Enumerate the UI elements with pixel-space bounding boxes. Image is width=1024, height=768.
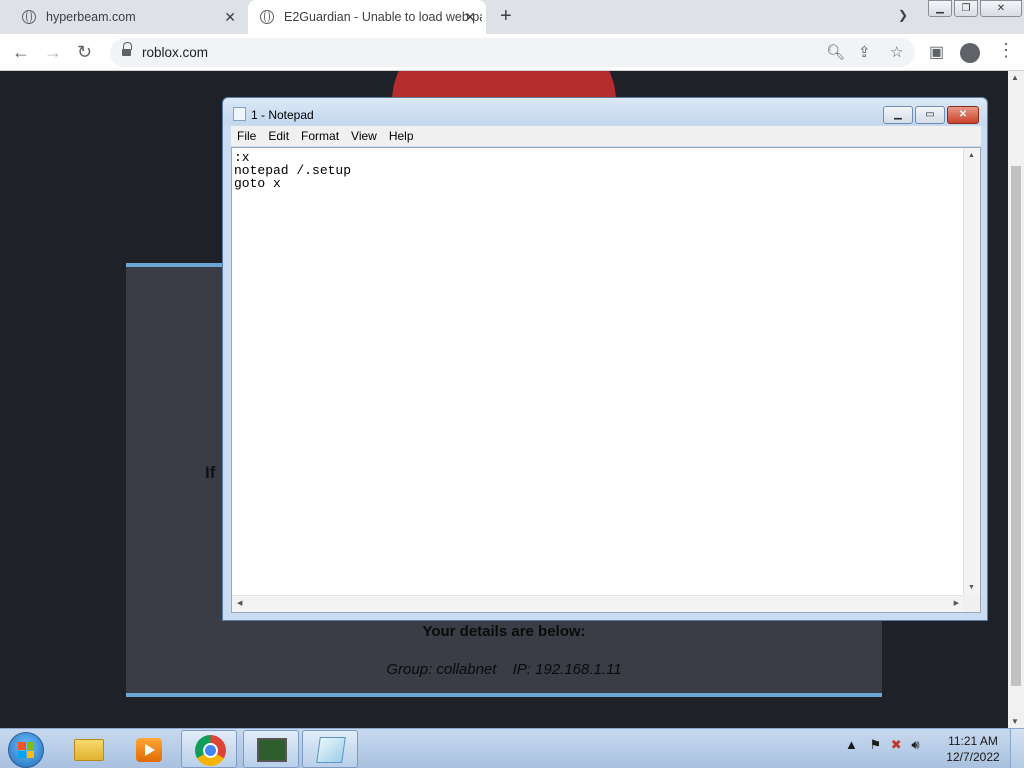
lock-icon[interactable] [122,42,132,57]
volume-icon[interactable]: 🔊︎ [911,737,919,752]
back-arrow-icon[interactable]: ← [12,42,30,63]
close-button[interactable]: ✕ [980,0,1022,17]
maximize-button[interactable]: ▭ [915,106,945,124]
share-icon[interactable]: ⇪ [858,43,871,61]
taskbar-clock[interactable]: 11:21 AM 12/7/2022 [938,733,1008,765]
media-player-icon [136,738,162,762]
menu-view[interactable]: View [345,126,383,146]
profile-avatar-icon[interactable] [960,43,980,63]
taskbar-task-manager[interactable] [243,730,299,768]
more-menu-icon[interactable]: ⋮ [997,40,1015,61]
minimize-button[interactable]: ▁ [883,106,913,124]
editor-content[interactable]: :x notepad /.setup goto x [234,151,351,190]
notepad-icon [233,107,246,121]
system-tray: ▲ ⚑ ✖ 🔊︎ [845,737,920,753]
close-tab-icon[interactable]: ✕ [224,9,236,26]
tab-title: E2Guardian - Unable to load web page [284,10,482,24]
minimize-button[interactable]: ▁ [928,0,952,17]
user-details: Group: collabnet IP: 192.168.1.11 [126,661,882,678]
menu-help[interactable]: Help [383,126,420,146]
side-panel-icon[interactable]: ▣ [929,42,944,62]
menu-bar: File Edit Format View Help [231,126,981,146]
bookmark-star-icon[interactable]: ☆ [890,43,903,61]
monitor-icon [257,738,287,762]
block-message-text: If [205,463,216,482]
new-tab-button[interactable]: + [500,5,512,28]
resize-grip[interactable] [963,595,980,612]
notepad-titlebar[interactable]: 1 - Notepad ▁ ▭ ✕ [223,98,987,125]
taskbar-media-player[interactable] [120,730,176,768]
scroll-down-icon[interactable]: ▼ [968,584,975,591]
maximize-button[interactable]: ❐ [954,0,978,17]
taskbar-notepad[interactable] [302,730,358,768]
ip-text: IP: 192.168.1.11 [512,661,622,678]
windows-logo-icon [18,742,34,758]
notepad-window: 1 - Notepad ▁ ▭ ✕ File Edit Format View … [222,97,988,621]
text-editor-area[interactable]: :x notepad /.setup goto x ▲ ▼ ◀ ▶ [231,147,981,613]
browser-tabstrip: hyperbeam.com ✕ E2Guardian - Unable to l… [0,0,1024,34]
vertical-scrollbar[interactable]: ▲ ▼ [963,148,980,595]
close-tab-icon[interactable]: ✕ [464,9,476,26]
window-controls: ▁ ❐ ✕ [928,0,1024,17]
forward-arrow-icon[interactable]: → [44,42,62,63]
show-hidden-icons-icon[interactable]: ▲ [845,737,858,752]
taskbar-windows-explorer[interactable] [60,730,116,768]
clock-time: 11:21 AM [948,734,998,748]
network-disconnected-icon[interactable]: ✖ [891,737,902,752]
search-icon[interactable]: 🔍︎ [826,43,845,61]
notepad-icon [316,737,346,763]
show-desktop-button[interactable] [1010,729,1024,768]
reload-icon[interactable]: ↻ [77,42,92,63]
tab-hyperbeam[interactable]: hyperbeam.com ✕ [10,0,246,34]
address-bar[interactable]: roblox.com 🔍︎ ⇪ ☆ [110,38,915,67]
close-button[interactable]: ✕ [947,106,979,124]
scroll-thumb[interactable] [1011,166,1021,686]
group-text: Group: collabnet [386,661,497,678]
start-button[interactable] [8,732,44,768]
globe-icon [22,10,36,24]
menu-format[interactable]: Format [295,126,345,146]
scroll-down-icon[interactable]: ▼ [1011,717,1019,726]
url-text[interactable]: roblox.com [142,45,208,60]
scroll-right-icon[interactable]: ▶ [954,599,959,607]
action-center-icon[interactable]: ⚑ [870,737,882,752]
taskbar-google-chrome[interactable] [181,730,237,768]
folder-icon [74,739,104,761]
scroll-up-icon[interactable]: ▲ [968,152,975,159]
chevron-down-icon[interactable]: ❯ [898,8,908,22]
chrome-icon [195,735,226,766]
page-scrollbar[interactable]: ▲ ▼ [1008,71,1024,728]
horizontal-scrollbar[interactable]: ◀ ▶ [232,595,964,612]
globe-icon [260,10,274,24]
browser-toolbar: ← → ↻ roblox.com 🔍︎ ⇪ ☆ ▣ ⋮ [0,34,1024,71]
scroll-left-icon[interactable]: ◀ [237,599,242,607]
window-title: 1 - Notepad [251,108,314,122]
taskbar: ▲ ⚑ ✖ 🔊︎ 11:21 AM 12/7/2022 [0,728,1024,768]
scroll-up-icon[interactable]: ▲ [1011,73,1019,82]
tab-e2guardian[interactable]: E2Guardian - Unable to load web page ✕ [248,0,486,34]
details-heading: Your details are below: [422,623,586,640]
tab-title: hyperbeam.com [46,10,136,24]
menu-file[interactable]: File [231,126,262,146]
clock-date: 12/7/2022 [946,750,1000,764]
menu-edit[interactable]: Edit [262,126,295,146]
